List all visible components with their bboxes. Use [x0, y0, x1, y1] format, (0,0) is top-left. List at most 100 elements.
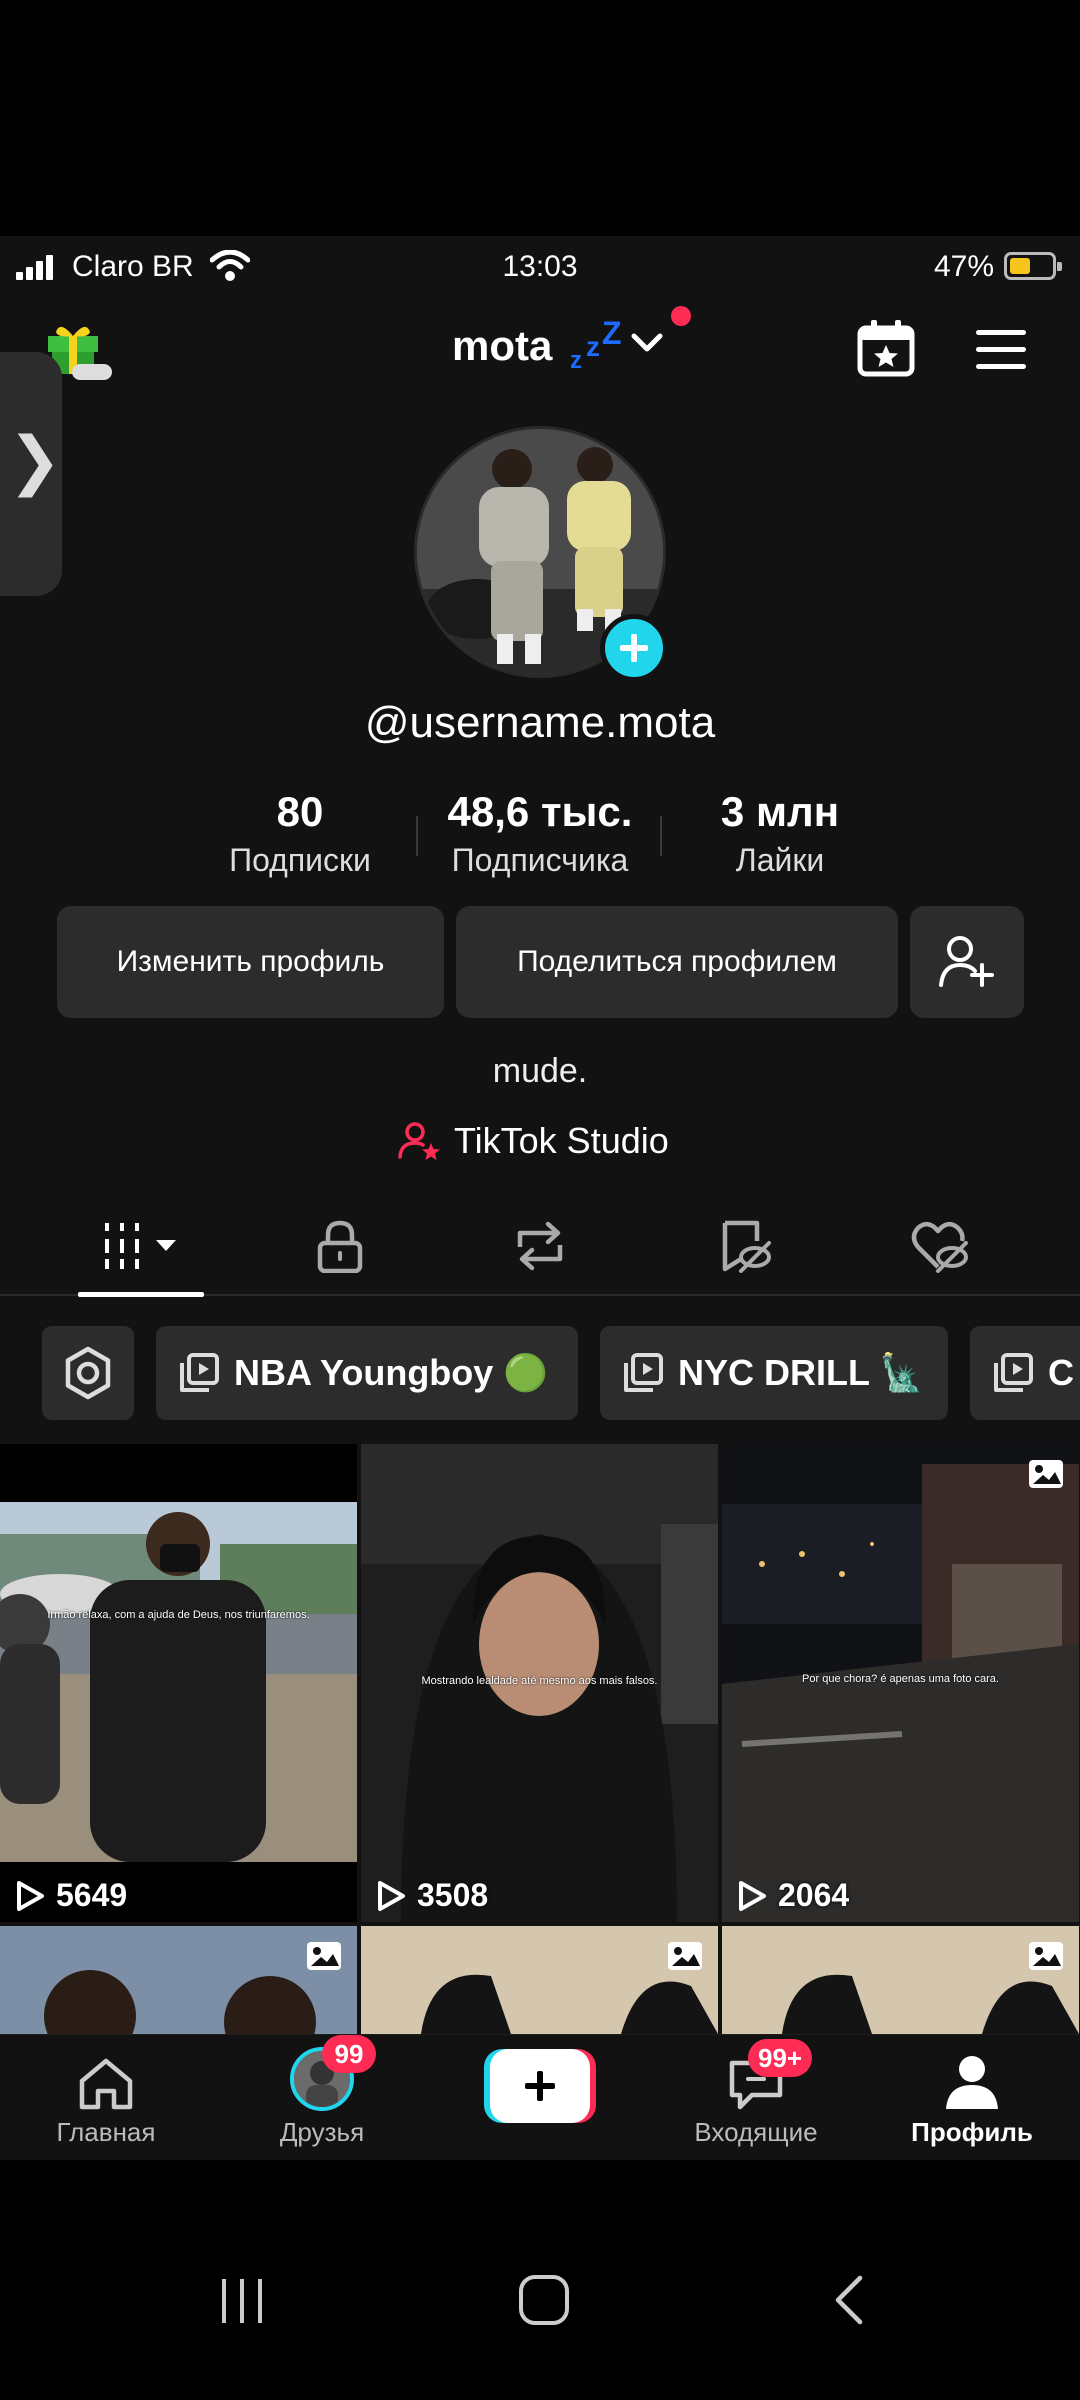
nav-inbox-label: Входящие — [694, 2117, 818, 2147]
chevron-down-icon[interactable] — [630, 330, 664, 356]
tiktok-studio-label: TikTok Studio — [454, 1120, 669, 1161]
clock: 13:03 — [502, 250, 578, 283]
account-switcher-username[interactable]: mota — [452, 322, 552, 370]
play-icon — [17, 1880, 44, 1911]
back-icon[interactable] — [830, 2274, 870, 2326]
battery-percent: 47% — [933, 250, 994, 283]
play-icon — [739, 1880, 766, 1911]
video-thumbnail[interactable]: Por que chora? é apenas uma foto cara. 2… — [722, 1444, 1079, 1922]
nav-profile[interactable]: Профиль — [872, 2035, 1072, 2160]
view-count-value: 5649 — [56, 1877, 128, 1913]
creator-icon — [398, 1122, 440, 1160]
playlist-bar: NBA Youngboy 🟢 NYC DRILL 🗽 C — [0, 1326, 1080, 1422]
repost-icon — [517, 1221, 563, 1271]
svg-text:Z: Z — [602, 316, 622, 351]
nav-friends[interactable]: 99 Друзья — [222, 2035, 422, 2160]
view-count: 3508 — [375, 1877, 488, 1914]
following-stat[interactable]: 80 Подписки — [180, 788, 420, 879]
playlist-chip[interactable]: NYC DRILL 🗽 — [600, 1326, 948, 1420]
lock-icon — [317, 1220, 363, 1273]
playlist-label: NBA Youngboy 🟢 — [234, 1352, 549, 1393]
nav-profile-label: Профиль — [911, 2117, 1033, 2147]
inbox-badge: 99+ — [748, 2039, 813, 2077]
video-thumbnail[interactable]: Mostrando lealdade até mesmo aos mais fa… — [361, 1444, 718, 1922]
photo-icon — [668, 1942, 702, 1970]
recent-apps-icon[interactable] — [218, 2276, 268, 2326]
friends-badge: 99 — [322, 2035, 376, 2073]
status-bar: Claro BR 13:03 47% — [0, 236, 1080, 298]
add-friend-button[interactable] — [910, 906, 1024, 1018]
play-icon — [378, 1880, 405, 1911]
video-thumbnail[interactable] — [722, 1926, 1079, 2034]
video-caption: Mostrando lealdade até mesmo aos mais fa… — [421, 1675, 658, 1687]
video-thumbnail[interactable] — [361, 1926, 718, 2034]
tab-liked[interactable] — [870, 1196, 1010, 1296]
menu-icon[interactable] — [974, 328, 1028, 372]
view-count-value: 2064 — [778, 1877, 850, 1913]
add-avatar-button[interactable] — [600, 614, 668, 682]
heart-hidden-icon — [911, 1221, 968, 1273]
home-icon — [79, 2058, 133, 2110]
zzz-icon: z z Z — [570, 316, 622, 374]
tab-reposts[interactable] — [470, 1196, 610, 1296]
playlist-settings-button[interactable] — [42, 1326, 134, 1420]
playlist-icon — [180, 1353, 219, 1392]
tab-videos[interactable] — [72, 1196, 212, 1296]
profile-icon — [946, 2056, 998, 2109]
active-tab-indicator — [78, 1292, 204, 1297]
nav-home[interactable]: Главная — [6, 2035, 206, 2160]
video-caption: Por que chora? é apenas uma foto cara. — [802, 1673, 999, 1685]
followers-count: 48,6 тыс. — [447, 788, 633, 835]
edit-profile-button[interactable]: Изменить профиль — [57, 906, 444, 1018]
battery-icon — [1004, 252, 1062, 280]
notification-dot — [671, 306, 691, 326]
profile-stats: 80 Подписки 48,6 тыс. Подписчика 3 млн Л… — [0, 788, 1080, 888]
bookmark-hidden-icon — [722, 1220, 771, 1273]
gear-icon — [65, 1346, 111, 1400]
profile-bio: mude. — [492, 1052, 588, 1090]
videos-grid-icon — [105, 1223, 176, 1269]
tab-private[interactable] — [270, 1196, 410, 1296]
followers-label: Подписчика — [451, 842, 629, 878]
content-tabs — [0, 1196, 1080, 1296]
nav-inbox[interactable]: 99+ Входящие — [656, 2035, 856, 2160]
home-system-icon[interactable] — [518, 2274, 570, 2326]
calendar-star-icon[interactable] — [856, 318, 916, 378]
playlist-label: C — [1048, 1352, 1074, 1393]
followers-stat[interactable]: 48,6 тыс. Подписчика — [420, 788, 660, 879]
stat-divider — [416, 816, 418, 856]
tiktok-studio-link[interactable]: TikTok Studio — [398, 1116, 669, 1166]
playlist-icon — [994, 1353, 1033, 1392]
svg-text:z: z — [570, 347, 582, 374]
likes-stat[interactable]: 3 млн Лайки — [660, 788, 900, 879]
video-thumbnail[interactable] — [0, 1926, 357, 2034]
chevron-right-icon: ❯ — [8, 424, 62, 498]
nav-home-label: Главная — [56, 2117, 156, 2147]
video-grid: Irmão relaxa, com a ajuda de Deus, nos t… — [0, 1444, 1080, 2034]
system-navigation-bar — [0, 2240, 1080, 2400]
view-count: 5649 — [14, 1877, 127, 1914]
video-thumbnail[interactable]: Irmão relaxa, com a ajuda de Deus, nos t… — [0, 1444, 357, 1922]
likes-count: 3 млн — [720, 788, 840, 835]
svg-text:z: z — [586, 331, 600, 362]
view-count-value: 3508 — [417, 1877, 489, 1913]
share-profile-button[interactable]: Поделиться профилем — [456, 906, 898, 1018]
bottom-navigation: Главная 99 Друзья 99+ Входящие Профиль — [0, 2034, 1080, 2160]
playlist-label: NYC DRILL 🗽 — [678, 1352, 925, 1393]
following-label: Подписки — [229, 842, 371, 878]
stat-divider — [660, 816, 662, 856]
photo-icon — [307, 1942, 341, 1970]
video-caption: Irmão relaxa, com a ajuda de Deus, nos t… — [47, 1609, 310, 1621]
add-person-icon — [939, 936, 994, 987]
tab-favorites[interactable] — [674, 1196, 814, 1296]
playlist-chip[interactable]: C — [970, 1326, 1080, 1420]
playlist-chip[interactable]: NBA Youngboy 🟢 — [156, 1326, 578, 1420]
photo-icon — [1029, 1942, 1063, 1970]
tiktok-profile-screen: Claro BR 13:03 47% ❯ mota z z Z @usernam… — [0, 236, 1080, 2160]
nav-friends-label: Друзья — [279, 2117, 365, 2147]
likes-label: Лайки — [735, 842, 825, 878]
photo-icon — [1029, 1460, 1063, 1488]
create-button[interactable] — [484, 2049, 596, 2123]
side-drawer-handle[interactable]: ❯ — [0, 352, 62, 596]
profile-handle: @username.mota — [364, 698, 716, 747]
